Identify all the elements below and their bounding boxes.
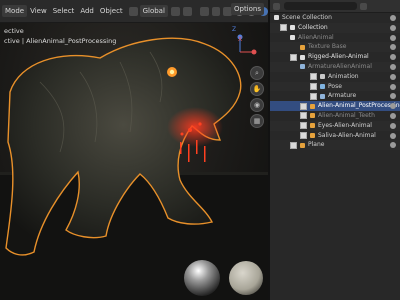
view-info-text: ective ctive | AlienAnimal_PostProcessin… bbox=[4, 26, 116, 46]
transform-pivot-icon[interactable] bbox=[128, 6, 138, 16]
proportional-edit-icon[interactable] bbox=[182, 6, 192, 16]
visibility-eye-icon[interactable] bbox=[390, 54, 396, 61]
exclude-checkbox[interactable] bbox=[280, 24, 287, 32]
exclude-checkbox[interactable] bbox=[290, 141, 297, 149]
armature-icon bbox=[320, 93, 325, 99]
visibility-eye-icon[interactable] bbox=[390, 83, 396, 90]
outliner-search-input[interactable] bbox=[284, 2, 357, 10]
outliner-row-label: Alien-Animal_PostProcessing bbox=[318, 102, 400, 110]
exclude-checkbox[interactable] bbox=[290, 53, 297, 61]
outliner-row[interactable]: Plane bbox=[270, 140, 400, 151]
filter-icon[interactable] bbox=[360, 2, 367, 10]
outliner-row-label: Texture Base bbox=[308, 43, 347, 51]
collection-icon bbox=[274, 15, 279, 21]
outliner-row[interactable]: Texture Base bbox=[270, 42, 400, 53]
snap-icon[interactable] bbox=[170, 6, 180, 16]
menu-add[interactable]: Add bbox=[77, 5, 97, 17]
outliner-row[interactable]: Saliva-Alien-Animal bbox=[270, 131, 400, 141]
options-button[interactable]: Options bbox=[230, 3, 264, 15]
visibility-eye-icon[interactable] bbox=[390, 132, 396, 139]
outliner-row[interactable]: Eyes-Alien-Animal bbox=[270, 120, 400, 131]
exclude-checkbox[interactable] bbox=[300, 102, 307, 110]
matte-sphere bbox=[229, 261, 263, 295]
menu-view[interactable]: View bbox=[27, 5, 50, 17]
mesh-icon bbox=[310, 132, 315, 138]
collection-icon bbox=[290, 25, 295, 31]
mesh-icon bbox=[310, 103, 315, 109]
outliner-row[interactable]: Alien-Animal_PostProcessing bbox=[270, 101, 400, 111]
exclude-checkbox[interactable] bbox=[300, 122, 307, 130]
outliner-row-label: Scene Collection bbox=[282, 14, 332, 21]
visibility-eye-icon[interactable] bbox=[390, 34, 396, 41]
exclude-checkbox[interactable] bbox=[300, 131, 307, 139]
camera-view-icon[interactable]: ◉ bbox=[250, 98, 264, 112]
exclude-checkbox[interactable] bbox=[310, 82, 317, 90]
zoom-icon[interactable]: ⌕ bbox=[250, 66, 264, 80]
viewport-header: Mode View Select Add Object Global bbox=[0, 0, 268, 23]
outliner-row[interactable]: Rigged-Alien-Animal bbox=[270, 52, 400, 62]
exclude-checkbox[interactable] bbox=[300, 112, 307, 120]
visibility-eye-icon[interactable] bbox=[390, 122, 396, 129]
gizmo-toggle-icon[interactable] bbox=[211, 6, 221, 16]
outliner-row[interactable]: ArmatureAlienAnimal bbox=[270, 61, 400, 72]
outliner-row-label: Collection bbox=[298, 23, 328, 31]
outliner-tree: Scene Collection Collection AlienAnimal Tex… bbox=[270, 13, 400, 151]
outliner-row[interactable]: Collection bbox=[270, 22, 400, 33]
scene-render bbox=[0, 34, 268, 300]
menu-object[interactable]: Object bbox=[97, 5, 126, 17]
visibility-eye-icon[interactable] bbox=[390, 112, 396, 119]
3d-viewport[interactable]: Mode View Select Add Object Global Optio… bbox=[0, 0, 268, 300]
visibility-eye-icon[interactable] bbox=[390, 24, 396, 31]
gizmo-z-axis[interactable]: Z bbox=[232, 26, 236, 33]
pose-icon bbox=[320, 83, 325, 89]
mesh-icon bbox=[310, 123, 315, 129]
outliner-row[interactable]: Scene Collection bbox=[270, 13, 400, 23]
gizmo-x-axis[interactable]: X bbox=[238, 36, 242, 43]
outliner-row[interactable]: Pose bbox=[270, 81, 400, 92]
pan-hand-icon[interactable]: ✋ bbox=[250, 82, 264, 96]
outliner-header bbox=[270, 0, 400, 13]
collection-icon bbox=[300, 54, 305, 60]
mouth-glow bbox=[167, 107, 223, 147]
action-icon bbox=[320, 74, 325, 80]
menu-select[interactable]: Select bbox=[50, 5, 78, 17]
orientation-dropdown[interactable]: Global bbox=[139, 5, 168, 17]
perspective-toggle-icon[interactable]: ▦ bbox=[250, 114, 264, 128]
outliner-row-label: Animation bbox=[328, 72, 359, 80]
chrome-sphere bbox=[184, 260, 220, 296]
outliner-row-label: Plane bbox=[308, 141, 325, 149]
outliner-row[interactable]: AlienAnimal bbox=[270, 33, 400, 43]
visibility-eye-icon[interactable] bbox=[390, 73, 396, 80]
exclude-checkbox[interactable] bbox=[310, 92, 317, 100]
armature-icon bbox=[300, 64, 305, 70]
exclude-checkbox[interactable] bbox=[310, 73, 317, 81]
outliner-row-label: AlienAnimal bbox=[298, 33, 334, 41]
mode-dropdown[interactable]: Mode bbox=[2, 5, 28, 17]
visibility-icon[interactable] bbox=[199, 6, 209, 16]
visibility-eye-icon[interactable] bbox=[390, 44, 396, 51]
visibility-eye-icon[interactable] bbox=[390, 93, 396, 100]
outliner-row-label: Armature bbox=[328, 92, 357, 100]
active-object-label: ctive | AlienAnimal_PostProcessing bbox=[4, 37, 117, 45]
mesh-icon bbox=[310, 113, 315, 119]
outliner-row-label: Alien-Animal_Teeth bbox=[318, 111, 375, 119]
visibility-eye-icon[interactable] bbox=[390, 142, 396, 149]
outliner-row-label: Saliva-Alien-Animal bbox=[318, 131, 376, 139]
outliner-panel: Scene Collection Collection AlienAnimal Tex… bbox=[270, 0, 400, 300]
editor-type-icon[interactable] bbox=[273, 2, 280, 10]
outliner-row[interactable]: Alien-Animal_Teeth bbox=[270, 111, 400, 121]
outliner-row[interactable]: Animation bbox=[270, 72, 400, 82]
outliner-row-label: Pose bbox=[328, 82, 342, 90]
outliner-row-label: Eyes-Alien-Animal bbox=[318, 121, 372, 129]
visibility-eye-icon[interactable] bbox=[390, 63, 396, 70]
view-perspective-label: ective bbox=[4, 27, 24, 35]
outliner-row-label: ArmatureAlienAnimal bbox=[308, 62, 372, 70]
mesh-icon bbox=[300, 44, 305, 50]
outliner-row-label: Rigged-Alien-Animal bbox=[308, 53, 369, 61]
collection-icon bbox=[290, 35, 295, 40]
outliner-row[interactable]: Armature bbox=[270, 91, 400, 101]
visibility-eye-icon[interactable] bbox=[390, 15, 396, 21]
mesh-icon bbox=[300, 142, 305, 148]
